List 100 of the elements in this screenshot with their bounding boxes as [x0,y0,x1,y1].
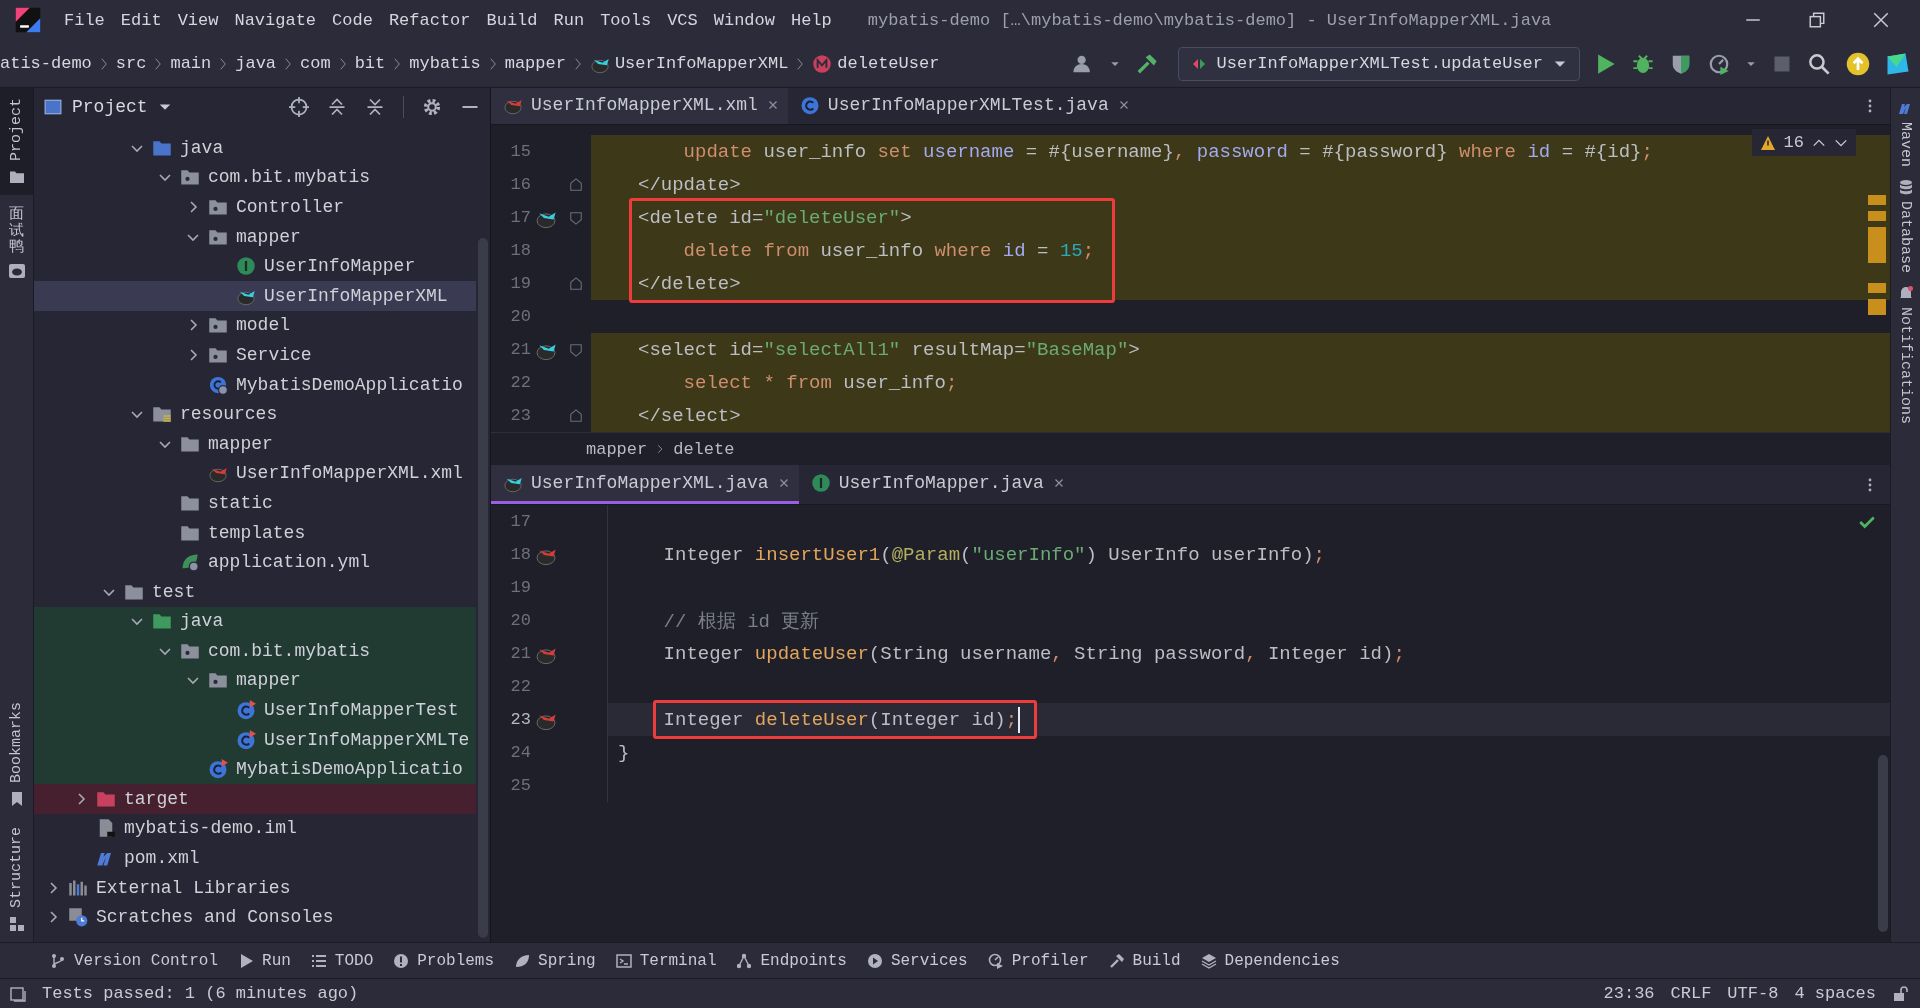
lock-icon[interactable] [1892,985,1908,1002]
close-icon[interactable] [1872,11,1890,29]
breadcrumb[interactable]: deleteUser [812,53,940,74]
editor-tab[interactable]: UserInfoMapper.java [798,465,1074,504]
tree-item[interactable]: com.bit.mybatis [34,162,476,193]
tool-window-button[interactable]: Dependencies [1200,951,1340,970]
debug-icon[interactable] [1632,52,1654,75]
tree-item[interactable]: MybatisDemoApplicatio [34,754,476,785]
tool-window-button[interactable]: Terminal [615,951,717,970]
editor-tab[interactable]: UserInfoMapperXML.java [491,465,799,504]
breadcrumb[interactable]: bit [354,54,386,73]
menu-item[interactable]: Window [705,10,783,30]
search-icon[interactable] [1808,52,1830,75]
warning-counter[interactable]: 16 [1751,129,1856,156]
breadcrumb[interactable]: src [115,54,147,73]
run-configuration-dropdown[interactable]: UserInfoMapperXMLTest.updateUser [1177,46,1580,81]
tree-item[interactable]: templates [34,517,476,548]
menu-item[interactable]: View [169,10,227,30]
tree-item[interactable]: UserInfoMapperTest [34,695,476,725]
menu-item[interactable]: Refactor [380,10,479,30]
tool-window-tab[interactable]: Project [0,88,33,195]
breadcrumb[interactable]: main [170,54,212,73]
tool-window-button[interactable]: Version Control [50,951,219,970]
tree-item[interactable]: model [34,310,476,341]
tree-item[interactable]: Service [34,340,476,370]
tool-window-button[interactable]: Spring [514,951,596,970]
scrollbar[interactable] [1878,755,1888,932]
menu-item[interactable]: Edit [112,10,170,30]
menu-item[interactable]: Tools [592,10,660,30]
tree-item[interactable]: Controller [34,192,476,222]
tree-item[interactable]: static [34,488,476,518]
tree-item[interactable]: UserInfoMapperXMLTe [34,724,476,755]
menu-item[interactable]: Help [782,10,840,30]
fold-marker-icon[interactable] [569,210,583,225]
tool-window-tab[interactable]: Notifications [1897,279,1914,431]
tool-window-button[interactable]: Problems [393,951,495,970]
menu-item[interactable]: Code [324,10,381,30]
app-logo-icon[interactable] [1886,51,1910,76]
menu-item[interactable]: VCS [659,10,706,30]
collapse-all-icon[interactable] [365,96,385,117]
status-item[interactable]: CRLF [1670,984,1712,1003]
tool-window-button[interactable]: Endpoints [736,951,847,970]
tree-item[interactable]: test [34,576,476,607]
breadcrumb[interactable]: mapper [586,439,648,459]
tree-item[interactable]: application.yml [34,547,476,577]
tool-window-tab[interactable]: Structure [0,817,33,942]
tree-item[interactable]: mybatis-demo.iml [34,813,476,844]
tree-item[interactable]: UserInfoMapperXML.xml [34,458,476,489]
tree-item[interactable]: target [34,784,476,814]
status-item[interactable]: 23:36 [1603,984,1655,1003]
breadcrumb[interactable]: mapper [504,54,566,73]
tree-item[interactable]: mapper [34,221,476,252]
tree-item[interactable]: pom.xml [34,843,476,873]
menu-item[interactable]: File [56,10,113,30]
tree-item[interactable]: mapper [34,665,476,696]
breadcrumb[interactable]: atis-demo [0,54,92,73]
locate-icon[interactable] [289,96,309,117]
breadcrumb[interactable]: UserInfoMapperXML [589,53,789,74]
tool-window-tab[interactable]: Bookmarks [0,691,33,817]
expand-all-icon[interactable] [327,96,347,117]
tree-item[interactable]: UserInfoMapper [34,251,476,281]
tool-window-button[interactable]: TODO [310,951,374,970]
tree-item[interactable]: java [34,606,476,637]
menu-item[interactable]: Run [545,10,593,30]
fold-marker-icon[interactable] [569,408,583,423]
settings-icon[interactable] [422,96,442,117]
fold-marker-icon[interactable] [569,177,583,192]
menu-item[interactable]: Navigate [226,10,325,30]
tree-item[interactable]: java [34,133,476,163]
panel-toggle-icon[interactable] [10,985,26,1002]
status-item[interactable]: 4 spaces [1794,984,1876,1003]
tool-window-button[interactable]: Build [1108,951,1181,970]
editor-tab[interactable]: UserInfoMapperXMLTest.java [787,88,1139,124]
tree-item[interactable]: UserInfoMapperXML [34,280,476,311]
tool-window-button[interactable]: Services [866,951,968,970]
tool-window-button[interactable]: Run [238,951,291,970]
breadcrumb[interactable]: com [300,54,331,73]
tree-item[interactable]: Scratches and Consoles [34,902,476,933]
tree-item[interactable]: External Libraries [34,872,476,903]
status-item[interactable]: UTF-8 [1727,984,1779,1003]
tree-item[interactable]: com.bit.mybatis [34,636,476,666]
restore-icon[interactable] [1808,11,1826,29]
profiler-icon[interactable] [1708,52,1730,75]
breadcrumb[interactable]: java [235,54,277,73]
breadcrumb[interactable]: delete [673,439,735,459]
menu-item[interactable]: Build [478,10,546,30]
fold-marker-icon[interactable] [569,276,583,291]
panel-title[interactable]: Project [44,96,172,117]
hammer-icon[interactable] [1135,52,1158,75]
tool-window-tab[interactable]: Database [1897,173,1914,280]
tree-item[interactable]: mapper [34,428,476,459]
tool-window-tab[interactable]: Maven [1897,94,1914,173]
fold-marker-icon[interactable] [569,342,583,357]
tool-window-tab[interactable]: 面试鸭 [0,195,33,289]
tool-window-button[interactable]: Profiler [987,951,1089,970]
tree-item[interactable]: MybatisDemoApplicatio [34,369,476,400]
breadcrumb[interactable]: mybatis [409,54,481,73]
tree-item[interactable]: resources [34,399,476,429]
status-message[interactable]: Tests passed: 1 (6 minutes ago) [42,984,359,1003]
update-icon[interactable] [1846,51,1870,76]
